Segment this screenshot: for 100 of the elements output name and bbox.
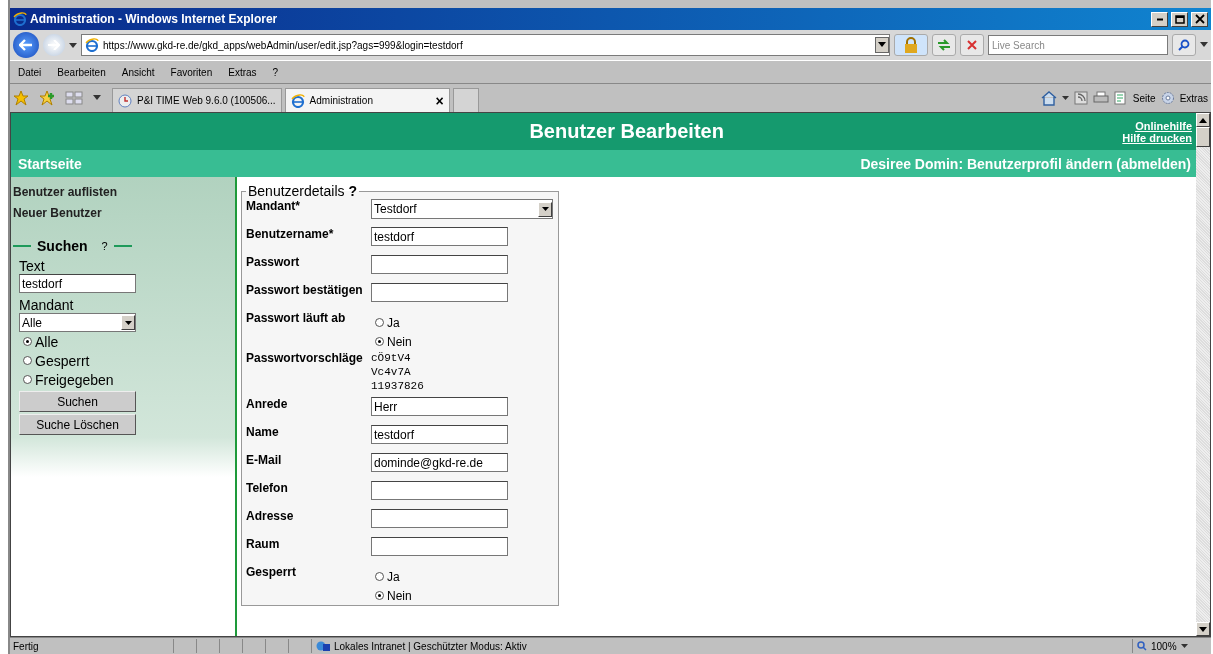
- toolbar-menu-button[interactable]: Seite: [1132, 92, 1156, 104]
- form-heading: Benutzerdetails: [248, 183, 346, 199]
- text-field[interactable]: dominde@gkd-re.de: [371, 453, 508, 472]
- printer-icon[interactable]: [1092, 91, 1109, 105]
- sidebar-link[interactable]: Benutzer auflisten: [13, 185, 233, 199]
- tab-label: Administration: [309, 95, 374, 106]
- menu-item[interactable]: Datei: [18, 66, 42, 78]
- help-link[interactable]: Onlinehilfe: [1135, 119, 1192, 132]
- radio-button[interactable]: [375, 318, 384, 327]
- sidebar-link[interactable]: Neuer Benutzer: [13, 206, 233, 220]
- help-link[interactable]: ?: [101, 240, 108, 252]
- text-field[interactable]: [371, 481, 508, 500]
- caret-icon[interactable]: [93, 95, 101, 101]
- lock-button[interactable]: [894, 34, 928, 56]
- text-field[interactable]: [371, 255, 508, 274]
- search-button[interactable]: [1172, 34, 1196, 56]
- menu-item[interactable]: ?: [272, 66, 279, 78]
- field-label: E-Mail: [246, 453, 283, 469]
- search-icon: [1178, 39, 1190, 51]
- down-triangle-icon: [1199, 626, 1207, 632]
- zoom-level: 100%: [1151, 640, 1177, 652]
- menu-item[interactable]: Bearbeiten: [57, 66, 106, 78]
- up-triangle-icon: [1199, 117, 1207, 123]
- toolbar-menu-button[interactable]: Extras: [1179, 92, 1208, 104]
- star-icon[interactable]: [13, 90, 29, 106]
- password-suggestion: Vc4v7A: [371, 365, 412, 379]
- field-label: Passwort bestätigen: [246, 283, 364, 299]
- text-field[interactable]: [371, 283, 508, 302]
- caret-icon[interactable]: [69, 41, 77, 49]
- dropdown-button[interactable]: [875, 37, 889, 53]
- text-field[interactable]: testdorf: [371, 425, 508, 444]
- radio-button[interactable]: [375, 572, 384, 581]
- minimize-button[interactable]: [1151, 11, 1168, 27]
- caret-icon[interactable]: [1180, 644, 1188, 648]
- search-field[interactable]: Live Search: [988, 35, 1168, 55]
- radio-label[interactable]: Alle: [35, 333, 59, 350]
- caret-icon: [878, 42, 886, 48]
- radio-button[interactable]: [23, 356, 32, 365]
- password-suggestion: 11937826: [371, 379, 425, 393]
- radio-button[interactable]: [375, 337, 384, 346]
- field-label: Passwort: [246, 255, 301, 271]
- scroll-thumb[interactable]: [1196, 127, 1210, 147]
- tab-close-button[interactable]: ×: [435, 92, 444, 109]
- radio-label[interactable]: Nein: [387, 588, 412, 603]
- page-icon[interactable]: [1113, 91, 1128, 105]
- tab-label: P&I TIME Web 9.6.0 (100506...: [137, 95, 276, 106]
- zoom-button[interactable]: 100%: [1132, 639, 1211, 653]
- radio-label[interactable]: Freigegeben: [35, 371, 114, 388]
- maximize-button[interactable]: [1171, 11, 1188, 27]
- radio-label[interactable]: Ja: [387, 315, 400, 330]
- browser-tab[interactable]: Administration ×: [284, 88, 450, 112]
- padlock-icon: [904, 37, 918, 53]
- mandant-select[interactable]: Alle: [19, 313, 136, 332]
- radio-button[interactable]: [23, 337, 32, 346]
- page-icon: [85, 38, 99, 52]
- zoom-icon: [1137, 641, 1147, 651]
- field-label: Adresse: [246, 509, 295, 525]
- menu-item[interactable]: Extras: [228, 66, 257, 78]
- scroll-up-button[interactable]: [1196, 113, 1210, 127]
- home-icon[interactable]: [1040, 90, 1057, 106]
- feed-icon[interactable]: [1073, 91, 1088, 105]
- caret-icon[interactable]: [1061, 96, 1069, 100]
- address-field[interactable]: https://www.gkd-re.de/gkd_apps/webAdmin/user/edit.jsp?ags=999&login=testdorf: [81, 34, 890, 56]
- caret-icon: [124, 320, 132, 325]
- text-field[interactable]: testdorf: [19, 274, 136, 293]
- help-link[interactable]: Hilfe drucken: [1122, 131, 1192, 144]
- field-label: Text: [19, 258, 45, 274]
- scroll-down-button[interactable]: [1196, 622, 1210, 636]
- radio-label[interactable]: Ja: [387, 569, 400, 584]
- globe-icon: [316, 640, 330, 652]
- caret-icon[interactable]: [1200, 42, 1208, 48]
- radio-label[interactable]: Gesperrt: [35, 352, 90, 369]
- radio-button[interactable]: [375, 591, 384, 600]
- close-icon: [1194, 14, 1205, 24]
- field-label: Raum: [246, 537, 281, 553]
- field-label: Passwort läuft ab: [246, 311, 347, 327]
- text-field[interactable]: [371, 537, 508, 556]
- text-field[interactable]: testdorf: [371, 227, 508, 246]
- menu-item[interactable]: Favoriten: [170, 66, 213, 78]
- search-button[interactable]: Suche Löschen: [19, 414, 136, 435]
- text-field[interactable]: [371, 509, 508, 528]
- search-button[interactable]: Suchen: [19, 391, 136, 412]
- maximize-icon: [1174, 14, 1185, 24]
- select-field[interactable]: Testdorf: [371, 199, 553, 219]
- field-label: Passwortvorschläge: [246, 351, 364, 367]
- radio-label[interactable]: Nein: [387, 334, 412, 349]
- radio-button[interactable]: [23, 375, 32, 384]
- help-link[interactable]: ?: [348, 183, 357, 199]
- menu-item[interactable]: Ansicht: [121, 66, 155, 78]
- browser-tab[interactable]: P&I TIME Web 9.6.0 (100506...: [112, 88, 282, 112]
- text-field[interactable]: Herr: [371, 397, 508, 416]
- x-icon: [966, 39, 978, 51]
- back-button[interactable]: [13, 32, 39, 58]
- page-icon: [290, 93, 305, 108]
- close-button[interactable]: [1191, 11, 1208, 27]
- user-info-text: Desiree Domin: Benutzerprofil ändern (abmelden): [860, 155, 1191, 172]
- refresh-button[interactable]: [932, 34, 956, 56]
- field-label: Mandant*: [246, 199, 301, 215]
- scrollbar[interactable]: [1196, 113, 1210, 636]
- stop-button[interactable]: [960, 34, 984, 56]
